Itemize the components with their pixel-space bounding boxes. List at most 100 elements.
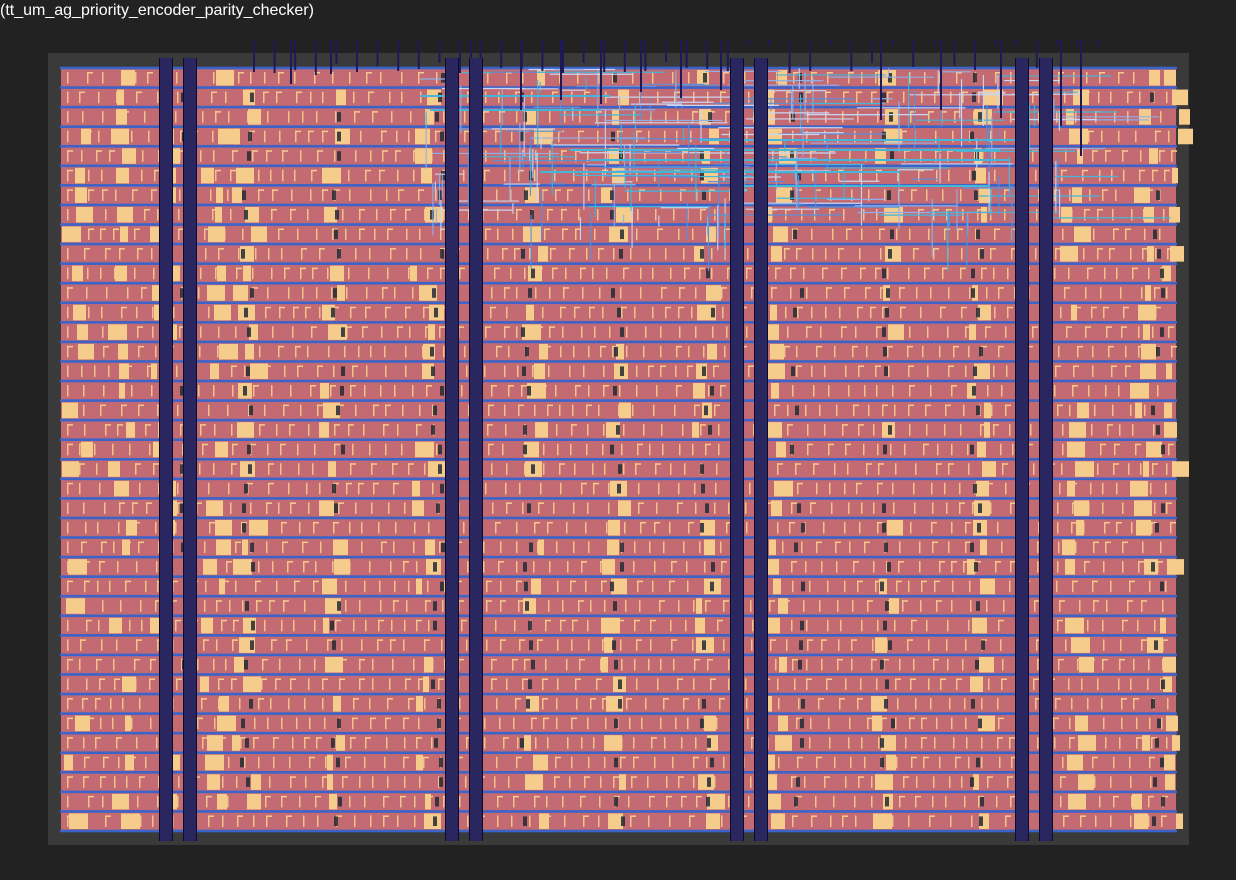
- cell-pin: [67, 169, 69, 182]
- pin-wire: [600, 40, 602, 104]
- cell-pin: [867, 717, 873, 720]
- io-pin: [871, 40, 873, 63]
- cell-pin: [614, 815, 620, 817]
- chip-layout-canvas[interactable]: [0, 0, 1236, 880]
- cell-pin: [217, 345, 219, 358]
- cell-pin: [250, 72, 252, 84]
- cell-pin: [948, 287, 950, 299]
- cell-pin: [222, 776, 224, 788]
- cell-pin: [484, 365, 486, 378]
- filler-cell: [424, 813, 441, 829]
- cell-pin: [590, 600, 592, 612]
- cell-pin: [540, 482, 542, 495]
- cell-pin: [866, 463, 868, 475]
- power-rail: [60, 105, 1177, 109]
- cell-pin: [114, 267, 116, 280]
- via-stack: [251, 620, 255, 631]
- cell-pin: [848, 737, 850, 749]
- cell-pin: [134, 228, 140, 231]
- cell-pin: [442, 600, 444, 612]
- via-stack: [793, 307, 797, 318]
- filler-cell: [243, 265, 251, 282]
- filler-cell: [618, 500, 631, 516]
- cell-pin: [919, 561, 921, 573]
- cell-pin: [635, 463, 637, 475]
- io-pin: [850, 40, 853, 71]
- cell-pin: [519, 639, 525, 641]
- cell-pin: [1166, 502, 1172, 504]
- cell-pin: [524, 267, 526, 280]
- cell-pin: [413, 482, 419, 485]
- cell-pin: [971, 815, 973, 827]
- cell-pin: [777, 463, 783, 465]
- cell-pin: [281, 795, 283, 808]
- cell-pin: [312, 267, 314, 280]
- via-stack: [524, 581, 528, 592]
- cell-pin: [530, 698, 532, 710]
- via-stack: [614, 718, 618, 729]
- cell-pin: [713, 365, 719, 367]
- std-cell-row: [61, 263, 1176, 284]
- cell-pin: [232, 385, 234, 397]
- cell-pin: [1071, 482, 1077, 485]
- cell-pin: [990, 502, 992, 514]
- cell-pin: [204, 541, 206, 554]
- cell-pin: [359, 678, 361, 691]
- cell-pin: [922, 345, 924, 358]
- cell-pin: [704, 561, 706, 573]
- cell-pin: [791, 561, 797, 563]
- cell-pin: [1093, 541, 1095, 554]
- via-stack: [438, 190, 442, 200]
- cell-pin: [242, 169, 248, 172]
- pin-wire: [1080, 40, 1082, 156]
- cell-pin: [916, 776, 918, 788]
- cell-pin: [176, 365, 178, 378]
- cell-pin: [67, 776, 73, 778]
- cell-pin: [839, 698, 845, 700]
- via-stack: [334, 816, 338, 826]
- cell-pin: [770, 306, 772, 319]
- cell-pin: [693, 756, 699, 759]
- cell-pin: [1075, 541, 1077, 554]
- cell-pin: [266, 150, 268, 162]
- cell-pin: [262, 521, 264, 534]
- cell-pin: [116, 326, 122, 328]
- filler-cell: [1147, 246, 1154, 262]
- cell-pin: [317, 815, 319, 827]
- cell-pin: [404, 502, 406, 514]
- via-stack: [885, 796, 889, 807]
- filler-cell: [108, 461, 120, 477]
- cell-pin: [262, 228, 264, 241]
- cell-pin: [504, 287, 510, 289]
- cell-pin: [550, 248, 556, 250]
- via-stack: [1161, 444, 1165, 455]
- cell-pin: [150, 717, 152, 730]
- cell-pin: [1139, 169, 1141, 182]
- cell-pin: [1144, 228, 1146, 241]
- via-stack: [800, 620, 804, 631]
- cell-pin: [980, 365, 982, 378]
- cell-pin: [748, 91, 750, 104]
- cell-pin: [440, 306, 442, 319]
- cell-pin: [970, 600, 972, 612]
- cell-pin: [936, 463, 938, 475]
- cell-pin: [412, 287, 414, 299]
- cell-pin: [395, 150, 401, 152]
- cell-pin: [490, 306, 496, 309]
- cell-pin: [276, 580, 278, 593]
- cell-pin: [751, 639, 753, 651]
- cell-pin: [1093, 228, 1095, 241]
- cell-pin: [1120, 287, 1122, 299]
- cell-pin: [663, 698, 669, 700]
- cell-pin: [1161, 815, 1163, 827]
- cell-pin: [518, 600, 524, 602]
- cell-pin: [840, 619, 842, 632]
- cell-pin: [827, 580, 829, 593]
- cell-pin: [583, 365, 585, 378]
- cell-pin: [688, 521, 690, 534]
- cell-pin: [810, 502, 812, 514]
- cell-pin: [811, 72, 813, 84]
- cell-pin: [1122, 541, 1124, 554]
- cell-pin: [809, 580, 811, 593]
- cell-pin: [1087, 619, 1089, 632]
